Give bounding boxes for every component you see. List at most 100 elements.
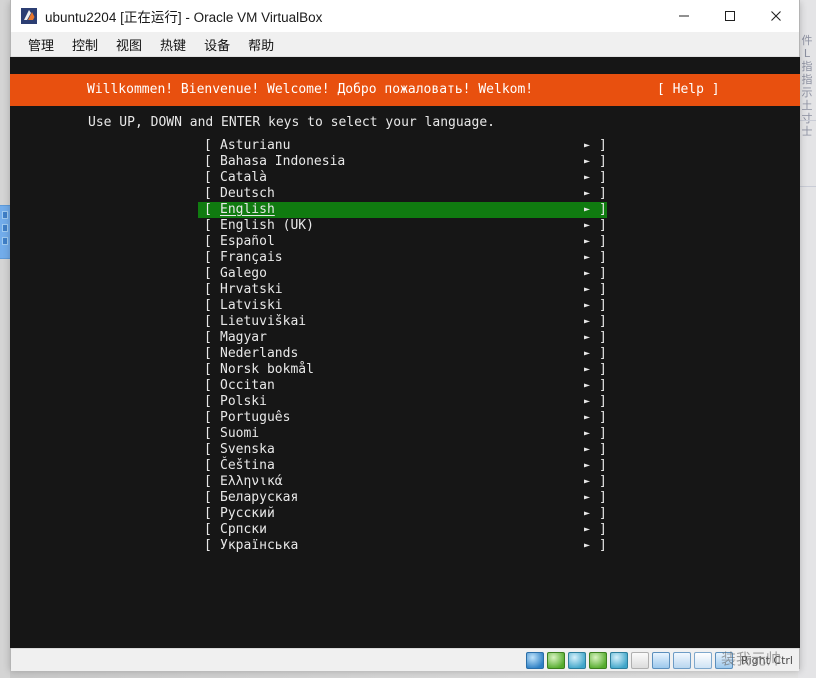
language-option[interactable]: [Bahasa Indonesia ►] bbox=[198, 154, 607, 170]
menu-item-hotkey[interactable]: 热键 bbox=[151, 33, 195, 56]
virtualbox-icon bbox=[21, 8, 37, 24]
bracket-close: ] bbox=[599, 394, 607, 409]
usb-icon[interactable] bbox=[609, 651, 628, 669]
bracket-close: ] bbox=[599, 474, 607, 489]
display-icon[interactable] bbox=[651, 651, 670, 669]
desktop-left-strip bbox=[0, 0, 10, 678]
bracket-open: [ bbox=[204, 442, 212, 457]
status-icon-group bbox=[525, 651, 733, 669]
virtualbox-window: ubuntu2204 [正在运行] - Oracle VM VirtualBox bbox=[10, 0, 800, 671]
bracket-open: [ bbox=[204, 426, 212, 441]
chevron-right-icon: ► bbox=[584, 380, 591, 391]
bracket-open: [ bbox=[204, 154, 212, 169]
language-option[interactable]: [Português ►] bbox=[198, 410, 607, 426]
bracket-open: [ bbox=[204, 490, 212, 505]
language-label: Deutsch bbox=[220, 186, 275, 201]
language-option[interactable]: [Asturianu ►] bbox=[198, 138, 607, 154]
chevron-right-icon: ► bbox=[584, 316, 591, 327]
chevron-right-icon: ► bbox=[584, 428, 591, 439]
language-label: Suomi bbox=[220, 426, 260, 441]
language-label: English bbox=[220, 202, 275, 217]
language-option[interactable]: [Čeština ►] bbox=[198, 458, 607, 474]
language-option[interactable]: [Magyar ►] bbox=[198, 330, 607, 346]
language-option[interactable]: [Français ►] bbox=[198, 250, 607, 266]
language-option[interactable]: [Беларуская ►] bbox=[198, 490, 607, 506]
language-option[interactable]: [Deutsch ►] bbox=[198, 186, 607, 202]
background-right-text: 件 L 指 指 示 土 寸 士 bbox=[801, 34, 813, 138]
hard-disk-icon[interactable] bbox=[525, 651, 544, 669]
language-option[interactable]: [English (UK) ►] bbox=[198, 218, 607, 234]
menu-item-help[interactable]: 帮助 bbox=[239, 33, 283, 56]
floppy-disk-icon[interactable] bbox=[567, 651, 586, 669]
language-label: Asturianu bbox=[220, 138, 291, 153]
language-label: Español bbox=[220, 234, 275, 249]
banner-welcome-text: Willkommen! Bienvenue! Welcome! Добро по… bbox=[87, 82, 534, 97]
bracket-open: [ bbox=[204, 394, 212, 409]
vm-guest-screen[interactable]: Willkommen! Bienvenue! Welcome! Добро по… bbox=[10, 57, 800, 648]
help-button[interactable]: [ Help ] bbox=[657, 82, 720, 98]
language-option[interactable]: [Norsk bokmål ►] bbox=[198, 362, 607, 378]
language-label: Hrvatski bbox=[220, 282, 283, 297]
menu-item-control[interactable]: 控制 bbox=[63, 33, 107, 56]
bracket-close: ] bbox=[599, 330, 607, 345]
bracket-close: ] bbox=[599, 282, 607, 297]
chevron-right-icon: ► bbox=[584, 332, 591, 343]
language-label: Čeština bbox=[220, 458, 275, 473]
chevron-right-icon: ► bbox=[584, 220, 591, 231]
language-option[interactable]: [Nederlands ►] bbox=[198, 346, 607, 362]
recording-icon[interactable] bbox=[672, 651, 691, 669]
chevron-right-icon: ► bbox=[584, 172, 591, 183]
language-option[interactable]: [Suomi ►] bbox=[198, 426, 607, 442]
language-option[interactable]: [Occitan ►] bbox=[198, 378, 607, 394]
language-option[interactable]: [Српски ►] bbox=[198, 522, 607, 538]
language-option[interactable]: [Svenska ►] bbox=[198, 442, 607, 458]
desktop-left-selected-icon[interactable] bbox=[0, 205, 10, 259]
language-label: Polski bbox=[220, 394, 267, 409]
language-option[interactable]: [Українська ►] bbox=[198, 538, 607, 554]
chevron-right-icon: ► bbox=[584, 540, 591, 551]
language-label: Svenska bbox=[220, 442, 275, 457]
network-icon[interactable] bbox=[588, 651, 607, 669]
window-titlebar[interactable]: ubuntu2204 [正在运行] - Oracle VM VirtualBox bbox=[11, 0, 799, 32]
mouse-integration-icon[interactable] bbox=[693, 651, 712, 669]
installer-banner: Willkommen! Bienvenue! Welcome! Добро по… bbox=[10, 74, 800, 106]
chevron-right-icon: ► bbox=[584, 156, 591, 167]
language-option[interactable]: [Polski ►] bbox=[198, 394, 607, 410]
bracket-close: ] bbox=[599, 362, 607, 377]
instruction-text: Use UP, DOWN and ENTER keys to select yo… bbox=[88, 115, 495, 130]
close-button[interactable] bbox=[753, 0, 799, 32]
chevron-right-icon: ► bbox=[584, 188, 591, 199]
maximize-button[interactable] bbox=[707, 0, 753, 32]
language-option[interactable]: [Español ►] bbox=[198, 234, 607, 250]
language-label: English (UK) bbox=[220, 218, 314, 233]
optical-disk-icon[interactable] bbox=[546, 651, 565, 669]
bracket-open: [ bbox=[204, 506, 212, 521]
menu-item-view[interactable]: 视图 bbox=[107, 33, 151, 56]
ubuntu-installer-tui: Willkommen! Bienvenue! Welcome! Добро по… bbox=[10, 57, 800, 648]
bracket-open: [ bbox=[204, 186, 212, 201]
menu-item-manage[interactable]: 管理 bbox=[19, 33, 63, 56]
menu-item-devices[interactable]: 设备 bbox=[195, 33, 239, 56]
language-option[interactable]: [Latviski ►] bbox=[198, 298, 607, 314]
language-option[interactable]: [Galego ►] bbox=[198, 266, 607, 282]
chevron-right-icon: ► bbox=[584, 492, 591, 503]
language-option[interactable]: [Lietuviškai ►] bbox=[198, 314, 607, 330]
bracket-close: ] bbox=[599, 138, 607, 153]
language-option[interactable]: [English ►] bbox=[198, 202, 607, 218]
bracket-close: ] bbox=[599, 234, 607, 249]
language-option[interactable]: [Hrvatski ►] bbox=[198, 282, 607, 298]
bracket-open: [ bbox=[204, 362, 212, 377]
language-label: Magyar bbox=[220, 330, 267, 345]
bracket-close: ] bbox=[599, 410, 607, 425]
shared-folders-icon[interactable] bbox=[630, 651, 649, 669]
bracket-open: [ bbox=[204, 202, 212, 217]
language-option[interactable]: [Ελληνικά ►] bbox=[198, 474, 607, 490]
language-option[interactable]: [Русский ►] bbox=[198, 506, 607, 522]
language-option[interactable]: [Català ►] bbox=[198, 170, 607, 186]
minimize-button[interactable] bbox=[661, 0, 707, 32]
bracket-close: ] bbox=[599, 266, 607, 281]
chevron-right-icon: ► bbox=[584, 524, 591, 535]
bracket-open: [ bbox=[204, 410, 212, 425]
bracket-open: [ bbox=[204, 522, 212, 537]
vm-status-bar: Right Ctrl 装我元帅 bbox=[11, 648, 799, 671]
